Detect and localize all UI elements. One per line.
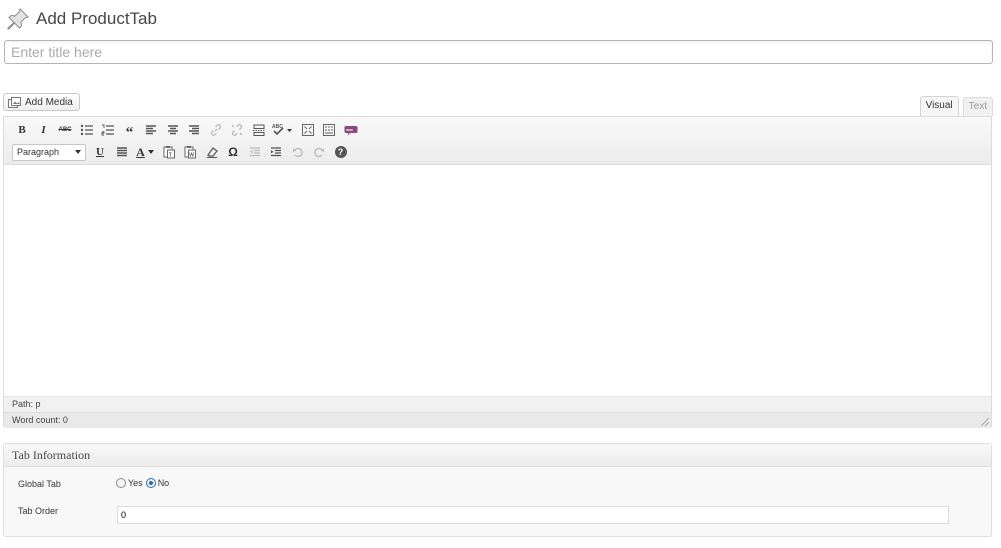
justify-button[interactable] <box>112 142 132 162</box>
insert-more-button[interactable] <box>249 120 269 140</box>
align-left-icon <box>146 125 156 135</box>
bold-icon: B <box>18 124 26 136</box>
align-center-button[interactable] <box>163 120 183 140</box>
numbered-list-button[interactable] <box>98 120 118 140</box>
underline-button[interactable]: U <box>90 142 110 162</box>
bullet-list-button[interactable] <box>77 120 97 140</box>
toolbar-toggle-button[interactable] <box>319 120 339 140</box>
text-color-button[interactable]: A <box>133 142 157 162</box>
spellcheck-icon: ABC <box>272 124 292 136</box>
media-icon <box>8 96 21 108</box>
spellcheck-button[interactable]: ABC <box>270 120 296 140</box>
fullscreen-icon <box>301 124 314 136</box>
chevron-down-icon <box>75 150 81 154</box>
paste-word-icon: W <box>184 146 196 159</box>
toolbar-row-2: Paragraph U A T W Ω ? <box>4 141 991 163</box>
fullscreen-button[interactable] <box>298 120 318 140</box>
paste-word-button[interactable]: W <box>180 142 200 162</box>
svg-text:W: W <box>189 153 194 159</box>
global-tab-radio-group: Yes No <box>116 478 169 488</box>
help-icon: ? <box>334 146 347 158</box>
strikethrough-button[interactable]: ABC <box>55 120 75 140</box>
word-count: Word count: 0 <box>12 415 68 425</box>
tab-information-metabox: Tab Information Global Tab Yes No Tab Or… <box>3 443 992 537</box>
tab-visual[interactable]: Visual <box>919 96 959 117</box>
paste-text-button[interactable]: T <box>159 142 179 162</box>
resize-handle-icon[interactable] <box>981 418 989 426</box>
help-button[interactable]: ? <box>331 142 351 162</box>
align-center-icon <box>167 125 178 135</box>
global-tab-yes-radio[interactable] <box>116 478 126 488</box>
align-justify-icon <box>116 147 127 157</box>
insert-link-button[interactable] <box>206 120 226 140</box>
pushpin-icon <box>7 8 29 30</box>
italic-icon: I <box>41 124 46 136</box>
align-right-icon <box>189 125 199 135</box>
outdent-icon <box>249 147 260 157</box>
format-select[interactable]: Paragraph <box>12 143 86 161</box>
editor-content-area[interactable] <box>4 165 991 396</box>
numbered-list-icon <box>101 124 114 136</box>
word-count-bar: Word count: 0 <box>4 412 991 428</box>
indent-button[interactable] <box>266 142 286 162</box>
svg-text:T: T <box>168 153 171 159</box>
add-media-label: Add Media <box>25 96 73 108</box>
toolbar-row-1: B I ABC “ ABC woo <box>4 119 991 141</box>
strikethrough-icon: ABC <box>58 127 72 133</box>
global-tab-no-radio[interactable] <box>145 478 156 488</box>
outdent-button[interactable] <box>245 142 265 162</box>
add-media-button[interactable]: Add Media <box>3 93 80 111</box>
editor-toolbar: B I ABC “ ABC woo Paragraph U A T W Ω ? <box>4 117 991 165</box>
remove-link-button[interactable] <box>227 120 247 140</box>
title-input[interactable] <box>4 40 993 64</box>
kitchen-sink-icon <box>323 124 335 136</box>
undo-icon <box>292 147 303 158</box>
align-right-button[interactable] <box>184 120 204 140</box>
clear-formatting-button[interactable] <box>202 142 222 162</box>
woocommerce-shortcode-button[interactable]: woo <box>341 120 361 140</box>
undo-button[interactable] <box>288 142 308 162</box>
content-editor: B I ABC “ ABC woo Paragraph U A T W Ω ? … <box>3 116 992 428</box>
format-select-value: Paragraph <box>17 147 60 157</box>
redo-button[interactable] <box>309 142 329 162</box>
blockquote-icon: “ <box>125 125 134 141</box>
page-title: Add ProductTab <box>36 9 157 28</box>
redo-icon <box>314 147 324 158</box>
editor-path: Path: p <box>4 396 991 412</box>
chevron-down-icon <box>147 150 154 154</box>
read-more-icon <box>252 124 265 136</box>
align-left-button[interactable] <box>141 120 161 140</box>
italic-button[interactable]: I <box>34 120 54 140</box>
global-tab-label: Global Tab <box>18 479 61 489</box>
page-header: Add ProductTab <box>6 6 157 32</box>
special-character-button[interactable]: Ω <box>223 142 243 162</box>
metabox-title: Tab Information <box>4 444 991 467</box>
bullet-list-icon <box>80 124 93 136</box>
unlink-icon <box>231 124 243 136</box>
woocommerce-icon: woo <box>344 126 357 136</box>
blockquote-button[interactable]: “ <box>120 120 140 141</box>
global-tab-yes-label: Yes <box>128 478 143 488</box>
editor-mode-tabs: Visual Text <box>919 96 993 118</box>
global-tab-no-label: No <box>157 478 170 488</box>
link-icon <box>210 124 221 136</box>
underline-icon: U <box>96 146 104 158</box>
omega-icon: Ω <box>228 145 238 159</box>
text-color-icon: A <box>136 144 145 159</box>
eraser-icon <box>206 147 218 158</box>
tab-order-label: Tab Order <box>18 506 59 516</box>
bold-button[interactable]: B <box>12 120 32 140</box>
paste-text-icon: T <box>163 146 175 159</box>
indent-icon <box>271 147 281 157</box>
tab-text[interactable]: Text <box>962 97 993 116</box>
tab-order-input[interactable] <box>117 506 949 524</box>
svg-text:woo: woo <box>345 128 352 132</box>
